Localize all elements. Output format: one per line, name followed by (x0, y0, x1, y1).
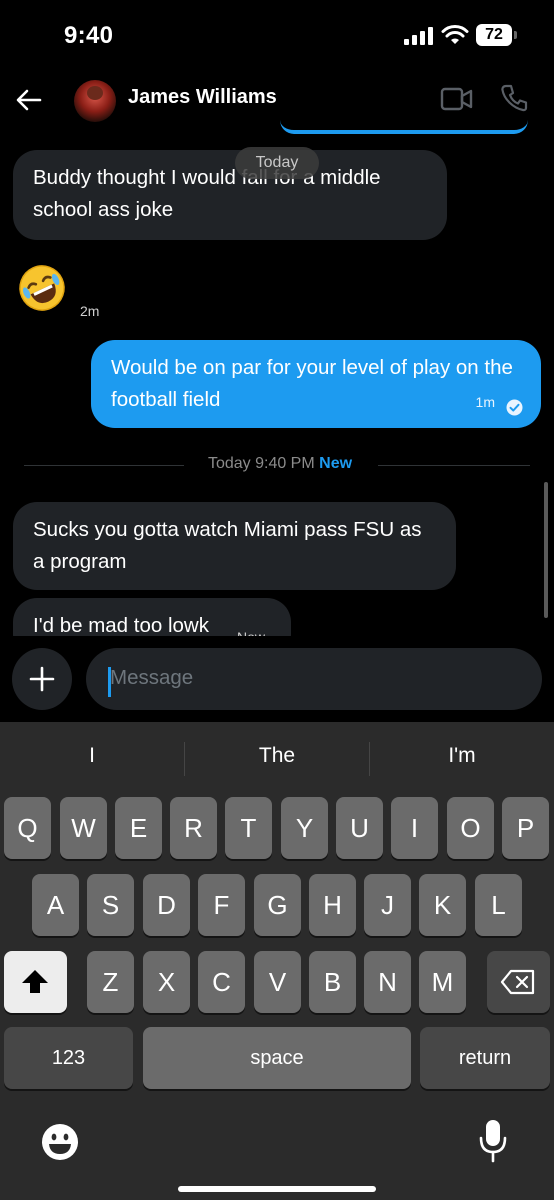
numbers-key[interactable]: 123 (4, 1027, 133, 1089)
previous-message-edge (280, 120, 528, 134)
new-messages-divider: Today 9:40 PM New (190, 455, 370, 473)
key-o[interactable]: O (447, 797, 494, 859)
message-bubble-incoming[interactable]: I'd be mad too lowk Now (13, 598, 291, 636)
key-r[interactable]: R (170, 797, 217, 859)
message-text: I'd be mad too lowk (33, 614, 209, 636)
microphone-icon[interactable] (478, 1118, 508, 1164)
message-text: Would be on par for your level of play o… (111, 356, 513, 411)
divider-line-right (378, 465, 530, 466)
divider-timestamp: Today 9:40 PM (207, 455, 315, 472)
shift-arrow-icon (22, 970, 48, 993)
message-composer: Message (0, 640, 554, 724)
message-list[interactable]: Today Buddy thought I would fall for a m… (0, 134, 554, 636)
date-pill: Today (235, 147, 319, 179)
message-bubble-incoming[interactable]: Sucks you gotta watch Miami pass FSU as … (13, 502, 456, 590)
key-i[interactable]: I (391, 797, 438, 859)
key-x[interactable]: X (143, 951, 190, 1013)
key-s[interactable]: S (87, 874, 134, 936)
message-text: Sucks you gotta watch Miami pass FSU as … (33, 518, 422, 573)
keyboard: I The I'm Q W E R T Y U I O P A S D F G … (0, 722, 554, 1200)
key-e[interactable]: E (115, 797, 162, 859)
contact-name[interactable]: James Williams (128, 86, 277, 109)
message-bubble-outgoing[interactable]: Would be on par for your level of play o… (91, 340, 541, 428)
key-h[interactable]: H (309, 874, 356, 936)
key-k[interactable]: K (419, 874, 466, 936)
message-text: Buddy thought I would fall for a middle … (33, 166, 381, 221)
back-arrow-icon[interactable] (14, 85, 44, 115)
key-v[interactable]: V (254, 951, 301, 1013)
key-d[interactable]: D (143, 874, 190, 936)
predictive-suggestions: I The I'm (0, 722, 554, 798)
new-label: New (319, 455, 353, 472)
key-j[interactable]: J (364, 874, 411, 936)
contact-avatar[interactable] (74, 80, 116, 122)
backspace-icon (500, 969, 535, 995)
plus-icon (29, 666, 55, 692)
battery-level: 72 (476, 24, 512, 46)
cellular-signal-icon (404, 27, 433, 45)
return-key[interactable]: return (420, 1027, 550, 1089)
message-time: Now (237, 621, 265, 636)
wifi-icon (441, 25, 469, 44)
scrollbar[interactable] (544, 482, 548, 618)
key-w[interactable]: W (60, 797, 107, 859)
phone-call-icon[interactable] (500, 83, 528, 113)
key-u[interactable]: U (336, 797, 383, 859)
key-z[interactable]: Z (87, 951, 134, 1013)
key-q[interactable]: Q (4, 797, 51, 859)
message-time: 1m (475, 394, 495, 410)
battery-icon: 72 (476, 24, 518, 46)
suggestion[interactable]: I'm (370, 744, 554, 768)
space-key[interactable]: space (143, 1027, 411, 1089)
key-p[interactable]: P (502, 797, 549, 859)
key-t[interactable]: T (225, 797, 272, 859)
message-input[interactable]: Message (86, 648, 542, 710)
message-bubble-incoming[interactable]: Buddy thought I would fall for a middle … (13, 150, 447, 240)
add-attachment-button[interactable] (12, 648, 72, 710)
rolling-on-floor-laughing-emoji-icon[interactable] (16, 262, 68, 314)
status-bar: 9:40 72 (0, 0, 554, 72)
key-b[interactable]: B (309, 951, 356, 1013)
message-placeholder: Message (110, 666, 194, 689)
key-c[interactable]: C (198, 951, 245, 1013)
text-caret (108, 667, 111, 697)
delete-key[interactable] (487, 951, 550, 1013)
key-y[interactable]: Y (281, 797, 328, 859)
key-m[interactable]: M (419, 951, 466, 1013)
status-time: 9:40 (64, 22, 114, 49)
key-g[interactable]: G (254, 874, 301, 936)
message-time: 2m (80, 303, 100, 319)
key-l[interactable]: L (475, 874, 522, 936)
shift-key[interactable] (4, 951, 67, 1013)
read-check-icon (506, 399, 523, 416)
suggestion[interactable]: The (185, 744, 369, 768)
suggestion[interactable]: I (0, 744, 184, 768)
video-call-icon[interactable] (440, 86, 474, 112)
emoji-keyboard-icon[interactable] (40, 1122, 80, 1162)
divider-line-left (24, 465, 184, 466)
key-f[interactable]: F (198, 874, 245, 936)
home-indicator (178, 1186, 376, 1192)
key-n[interactable]: N (364, 951, 411, 1013)
key-a[interactable]: A (32, 874, 79, 936)
